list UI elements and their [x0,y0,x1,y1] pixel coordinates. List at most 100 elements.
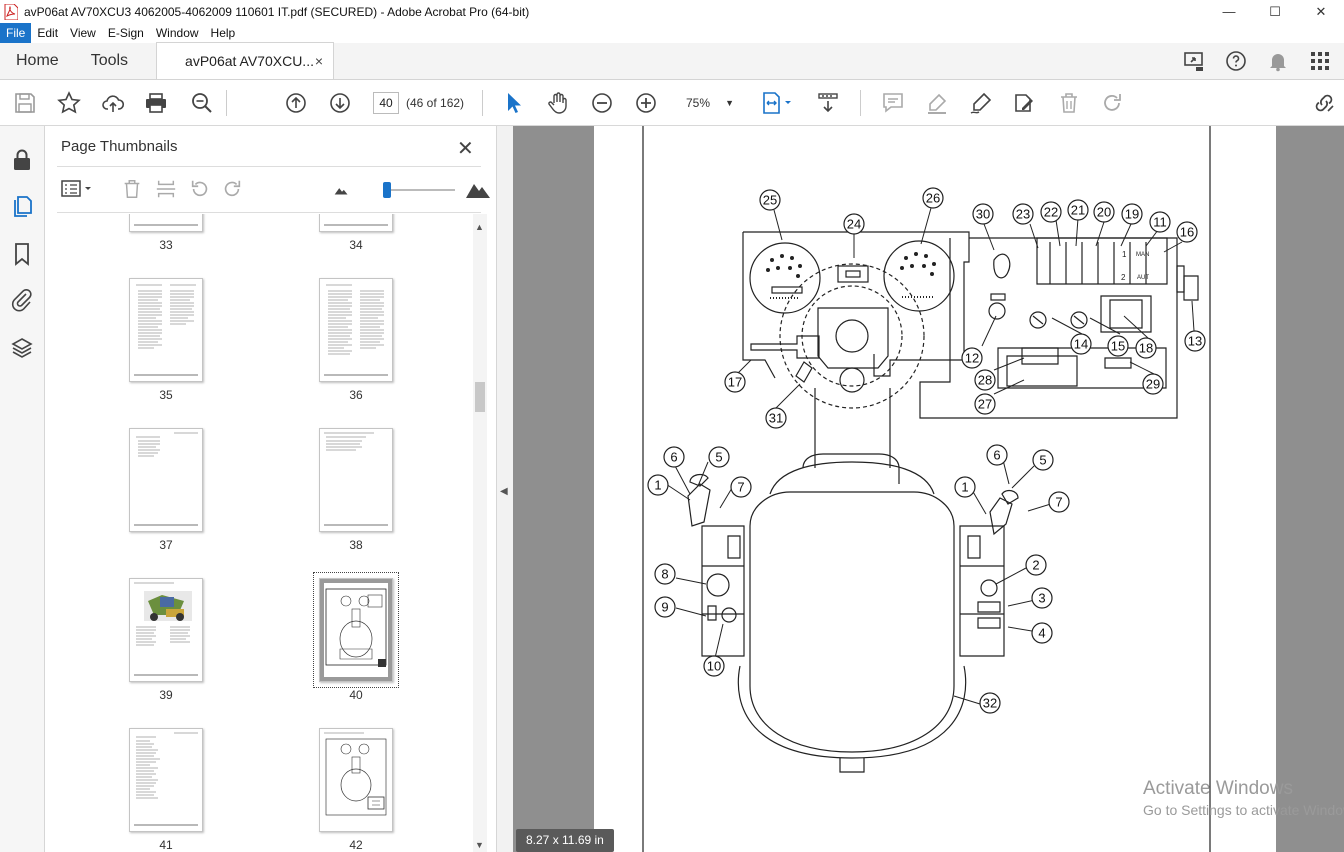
upload-cloud-icon[interactable] [101,91,125,115]
thumbnail-page-40[interactable] [319,578,393,682]
layers-icon[interactable] [10,336,34,360]
callout-18: 18 [1135,337,1157,359]
help-icon[interactable] [1224,49,1248,73]
callout-24: 24 [843,213,865,235]
callout-25: 25 [759,189,781,211]
switch-label-two: 2 [1121,273,1126,282]
tab-document[interactable]: avP06at AV70XCU... × [156,42,335,79]
thumbnail-page-42[interactable] [319,728,393,832]
page-count: (46 of 162) [406,96,465,110]
svg-text:11: 11 [1153,215,1167,230]
thumbnail-page-36[interactable] [319,278,393,382]
watermark-line-1: Activate Windows [1143,778,1293,799]
share-link-icon[interactable] [1312,91,1336,115]
thumbnail-page-39[interactable] [129,578,203,682]
svg-text:22: 22 [1044,205,1058,220]
page-number-input[interactable]: 40 [373,92,399,114]
menu-window[interactable]: Window [150,23,205,43]
zoom-level-select[interactable]: 75% ▼ [680,92,738,114]
slider-handle[interactable] [383,182,391,198]
svg-text:28: 28 [978,373,992,388]
rotate-left-icon[interactable] [189,178,211,200]
menu-edit[interactable]: Edit [31,23,64,43]
svg-text:9: 9 [661,600,668,615]
select-cursor-icon[interactable] [502,91,526,115]
callout-11: 11 [1149,211,1171,233]
previous-page-icon[interactable] [284,91,308,115]
callout-8: 8 [654,563,676,585]
rotate-right-icon[interactable] [221,178,243,200]
attachments-paperclip-icon[interactable] [10,288,34,312]
close-window-button[interactable]: ✕ [1298,4,1344,20]
hand-tool-icon[interactable] [546,91,570,115]
thumbnail-label: 37 [159,538,173,552]
svg-text:7: 7 [737,480,744,495]
callout-31: 31 [765,407,787,429]
document-view[interactable]: MAN AUT 1 2 25 24 26 30 23 22 21 20 19 11 16 13 12 14… [513,126,1344,852]
bookmark-star-icon[interactable] [57,91,81,115]
zoom-search-icon[interactable] [190,91,214,115]
svg-text:24: 24 [847,217,861,232]
menu-esign[interactable]: E-Sign [102,23,150,43]
lock-security-icon[interactable] [10,148,34,172]
thumbnail-page-41[interactable] [129,728,203,832]
sign-pen-icon[interactable] [969,91,993,115]
minimize-button[interactable]: — [1206,4,1252,20]
next-page-icon[interactable] [328,91,352,115]
page-thumbnails-icon[interactable] [10,194,34,218]
small-mountain-icon[interactable] [331,178,353,200]
callout-32: 32 [979,692,1001,714]
scroll-mode-icon[interactable] [816,91,840,115]
scrollbar-thumb[interactable] [475,382,485,412]
panel-splitter[interactable]: ◀ [497,126,513,852]
fill-sign-icon[interactable] [1012,91,1036,115]
notifications-bell-icon[interactable] [1266,49,1290,73]
callout-6: 6 [986,444,1008,466]
callout-15: 15 [1107,335,1129,357]
menu-help[interactable]: Help [205,23,242,43]
menu-file[interactable]: File [0,23,32,43]
highlight-pen-icon[interactable] [925,91,949,115]
maximize-button[interactable]: ☐ [1252,4,1298,20]
thumbnail-page-33[interactable] [129,214,203,232]
thumbnail-label: 35 [159,388,173,402]
thumbnail-scrollbar[interactable]: ▲ ▼ [473,214,487,852]
svg-text:4: 4 [1038,626,1045,641]
scroll-down-icon[interactable]: ▼ [475,840,484,850]
thumbnail-page-34[interactable] [319,214,393,232]
comment-icon[interactable] [881,91,905,115]
share-screen-icon[interactable] [1182,49,1206,73]
callout-28: 28 [974,369,996,391]
delete-trash-icon[interactable] [1057,91,1081,115]
thumbnail-options-icon[interactable] [61,178,95,200]
extract-page-icon[interactable] [155,178,177,200]
thumbnail-label: 36 [349,388,363,402]
large-mountain-icon[interactable] [465,178,491,200]
menu-view[interactable]: View [64,23,102,43]
thumbnail-page-38[interactable] [319,428,393,532]
delete-page-icon[interactable] [121,178,143,200]
thumbnail-label: 38 [349,538,363,552]
thumbnail-label: 41 [159,838,173,852]
thumbnail-size-slider[interactable] [383,189,455,191]
zoom-out-icon[interactable] [590,91,614,115]
redo-icon[interactable] [1100,91,1124,115]
save-icon[interactable] [13,91,37,115]
print-icon[interactable] [144,91,168,115]
thumbnail-page-35[interactable] [129,278,203,382]
scroll-up-icon[interactable]: ▲ [475,222,484,232]
fit-page-icon[interactable] [760,91,794,115]
bookmarks-icon[interactable] [10,242,34,266]
callout-3: 3 [1031,587,1053,609]
close-panel-icon[interactable]: ✕ [457,136,474,161]
zoom-in-icon[interactable] [634,91,658,115]
tab-home[interactable]: Home [0,43,75,79]
svg-text:14: 14 [1074,337,1088,352]
callout-26: 26 [922,187,944,209]
thumbnail-page-37[interactable] [129,428,203,532]
close-tab-icon[interactable]: × [315,53,323,69]
apps-grid-icon[interactable] [1308,49,1332,73]
collapse-panel-icon[interactable]: ◀ [500,486,508,497]
tab-tools[interactable]: Tools [75,43,144,79]
menu-bar: File Edit View E-Sign Window Help [0,23,1344,43]
